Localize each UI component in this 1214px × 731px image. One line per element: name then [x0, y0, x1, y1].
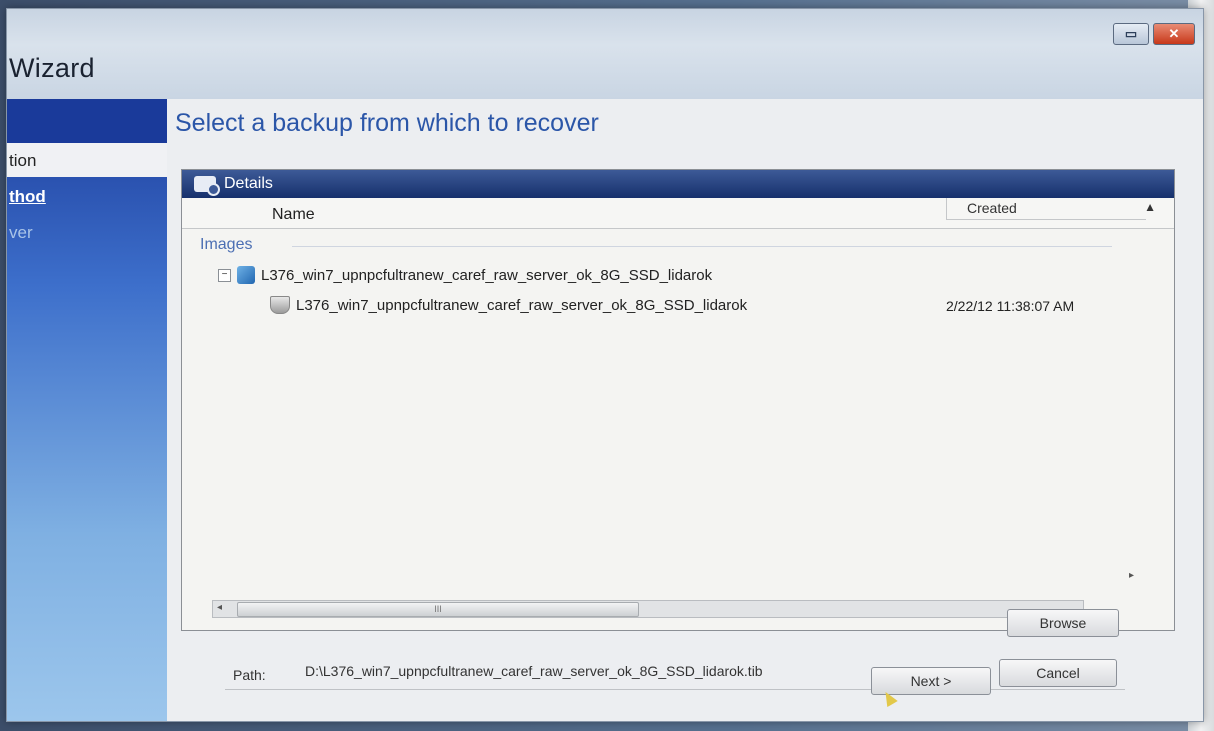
column-header-name[interactable]: Name	[272, 206, 315, 224]
sidebar-header	[7, 99, 167, 143]
window-controls: ▭ ✕	[1113, 23, 1195, 45]
window-title: Wizard	[9, 53, 95, 83]
scroll-right-arrow-icon[interactable]: ▸	[1129, 570, 1134, 581]
horizontal-scrollbar[interactable]: ◂ III	[212, 600, 1084, 618]
wizard-content: Select a backup from which to recover De…	[167, 99, 1203, 721]
scroll-left-arrow-icon[interactable]: ◂	[217, 602, 222, 613]
wizard-sidebar: tion thod ver	[7, 99, 167, 721]
browse-button[interactable]: Browse	[1007, 609, 1119, 637]
backup-archive-name: L376_win7_upnpcfultranew_caref_raw_serve…	[261, 266, 713, 284]
backup-archive-row[interactable]: − L376_win7_upnpcfultranew_caref_raw_ser…	[218, 266, 712, 284]
title-bar: Wizard ▭ ✕	[7, 9, 1203, 99]
path-value: D:\L376_win7_upnpcfultranew_caref_raw_se…	[305, 663, 763, 679]
sidebar-item-location[interactable]: tion	[7, 143, 167, 177]
restore-button[interactable]: ▭	[1113, 23, 1149, 45]
backup-archive-icon	[237, 266, 255, 284]
cancel-button[interactable]: Cancel	[999, 659, 1117, 687]
disk-image-icon	[270, 296, 290, 314]
group-divider	[292, 246, 1112, 247]
close-button[interactable]: ✕	[1153, 23, 1195, 45]
column-header-row: Name Created	[182, 198, 1174, 229]
details-panel: Details Name Created ▲ Images − L376_win…	[181, 169, 1175, 631]
column-header-created[interactable]: Created	[946, 198, 1146, 220]
wizard-window: Wizard ▭ ✕ tion thod ver Select a backup…	[6, 8, 1204, 722]
backup-version-created: 2/22/12 11:38:07 AM	[946, 298, 1075, 314]
path-label: Path:	[233, 667, 266, 683]
scrollbar-thumb[interactable]: III	[237, 602, 639, 617]
sort-ascending-icon[interactable]: ▲	[1144, 200, 1156, 214]
search-icon	[194, 176, 220, 196]
backup-version-name: L376_win7_upnpcfultranew_caref_raw_serve…	[296, 296, 748, 314]
sidebar-item-recover[interactable]: ver	[7, 223, 33, 243]
backup-version-row[interactable]: L376_win7_upnpcfultranew_caref_raw_serve…	[270, 296, 747, 314]
collapse-icon[interactable]: −	[218, 268, 231, 282]
sidebar-item-method[interactable]: thod	[7, 187, 46, 207]
details-header: Details	[182, 170, 1174, 198]
group-label-images: Images	[200, 236, 253, 253]
page-title: Select a backup from which to recover	[175, 109, 599, 137]
details-title: Details	[224, 175, 273, 192]
